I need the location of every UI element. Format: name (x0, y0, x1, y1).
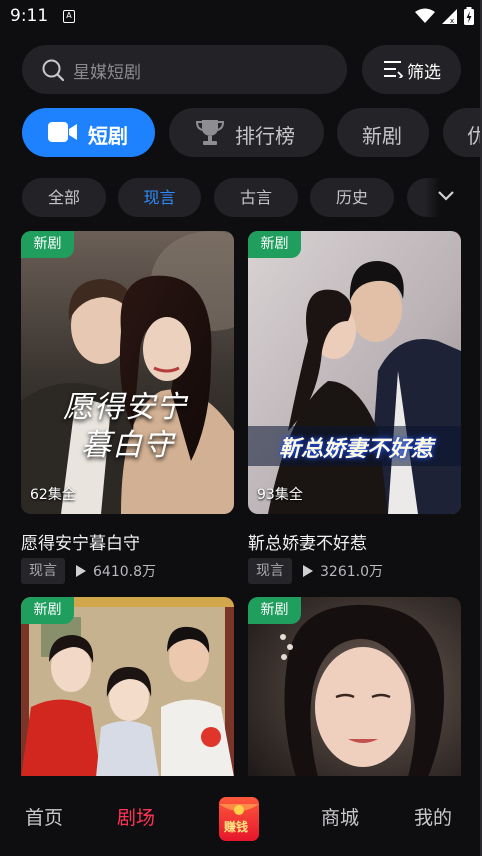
status-time: 9:11 (10, 6, 49, 26)
new-badge: 新剧 (21, 231, 74, 258)
play-count: 3261.0万 (302, 561, 383, 581)
play-count: 6410.8万 (75, 561, 156, 581)
drama-card[interactable]: 愿得安宁 暮白守 新剧 62集全 愿得安宁暮白守 现言 6410.8万 (21, 231, 234, 591)
nav-home[interactable]: 首页 (25, 803, 63, 830)
poster-title-line: 愿得安宁 (63, 390, 187, 425)
poster-title-text: 愿得安宁 暮白守 (63, 389, 213, 465)
bottom-nav: 首页 剧场 赚钱 商城 我的 (0, 776, 482, 856)
chip-history[interactable]: 历史 (310, 178, 394, 217)
tab-label: 新剧 (362, 124, 402, 148)
tab-more[interactable]: 优 (443, 108, 482, 157)
signal-icon: x (442, 8, 457, 25)
drama-card[interactable]: 靳总娇妻不好惹 新剧 93集全 靳总娇妻不好惹 现言 3261.0万 (248, 231, 461, 591)
tab-label: 短剧 (88, 124, 128, 148)
poster-image (248, 597, 461, 777)
status-bar: 9:11 A x (0, 0, 482, 34)
top-tabs: 短剧 排行榜 新剧 优 (22, 108, 482, 157)
poster-image (21, 231, 234, 514)
genre-tag: 现言 (21, 558, 65, 584)
nav-earn-label: 赚钱 (224, 820, 249, 834)
nav-earn-money[interactable]: 赚钱 (218, 796, 260, 842)
tab-ranking[interactable]: 排行榜 (169, 108, 324, 157)
chip-ancient-romance[interactable]: 古言 (214, 178, 298, 217)
drama-title[interactable]: 愿得安宁暮白守 (21, 529, 140, 554)
new-badge: 新剧 (248, 597, 301, 624)
status-icons: x (415, 7, 474, 25)
nav-theater[interactable]: 剧场 (117, 803, 155, 830)
drama-card[interactable]: 新剧 (21, 597, 234, 777)
play-count-value: 6410.8万 (93, 564, 156, 580)
trophy-icon (195, 120, 225, 145)
filter-icon (384, 61, 403, 78)
play-count-value: 3261.0万 (320, 564, 383, 580)
search-icon (42, 59, 64, 81)
play-icon (76, 565, 86, 577)
chevron-down-icon (438, 191, 454, 201)
battery-icon (464, 7, 474, 25)
episode-count: 93集全 (257, 487, 303, 503)
tab-new[interactable]: 新剧 (337, 108, 429, 157)
sim-card-icon: A (63, 10, 75, 23)
expand-categories-button[interactable] (425, 178, 482, 217)
filter-button[interactable]: 筛选 (362, 45, 461, 94)
poster-image (21, 597, 234, 777)
wifi-icon (415, 8, 435, 23)
filter-label: 筛选 (407, 63, 441, 83)
drama-card[interactable]: 新剧 (248, 597, 461, 777)
play-icon (303, 565, 313, 577)
drama-poster[interactable]: 靳总娇妻不好惹 新剧 93集全 (248, 231, 461, 514)
new-badge: 新剧 (21, 597, 74, 624)
episode-count: 62集全 (30, 487, 76, 503)
poster-title-text: 靳总娇妻不好惹 (278, 436, 433, 462)
poster-image (248, 231, 461, 514)
svg-text:x: x (450, 17, 454, 25)
tab-label: 排行榜 (235, 124, 295, 148)
nav-me[interactable]: 我的 (414, 803, 452, 830)
category-chips: 全部 现言 古言 历史 (22, 178, 482, 218)
genre-tag: 现言 (248, 558, 292, 584)
chip-all[interactable]: 全部 (22, 178, 106, 217)
search-input[interactable]: 星媒短剧 (22, 45, 347, 94)
chip-modern-romance[interactable]: 现言 (118, 178, 201, 217)
nav-mall[interactable]: 商城 (321, 803, 359, 830)
new-badge: 新剧 (248, 231, 301, 258)
drama-poster[interactable]: 新剧 (248, 597, 461, 777)
video-camera-icon (48, 122, 77, 142)
drama-poster[interactable]: 新剧 (21, 597, 234, 777)
drama-poster[interactable]: 愿得安宁 暮白守 新剧 62集全 (21, 231, 234, 514)
drama-title[interactable]: 靳总娇妻不好惹 (248, 529, 367, 554)
tab-short-drama[interactable]: 短剧 (22, 108, 155, 157)
search-placeholder: 星媒短剧 (73, 63, 141, 83)
poster-title-line: 暮白守 (81, 428, 174, 463)
